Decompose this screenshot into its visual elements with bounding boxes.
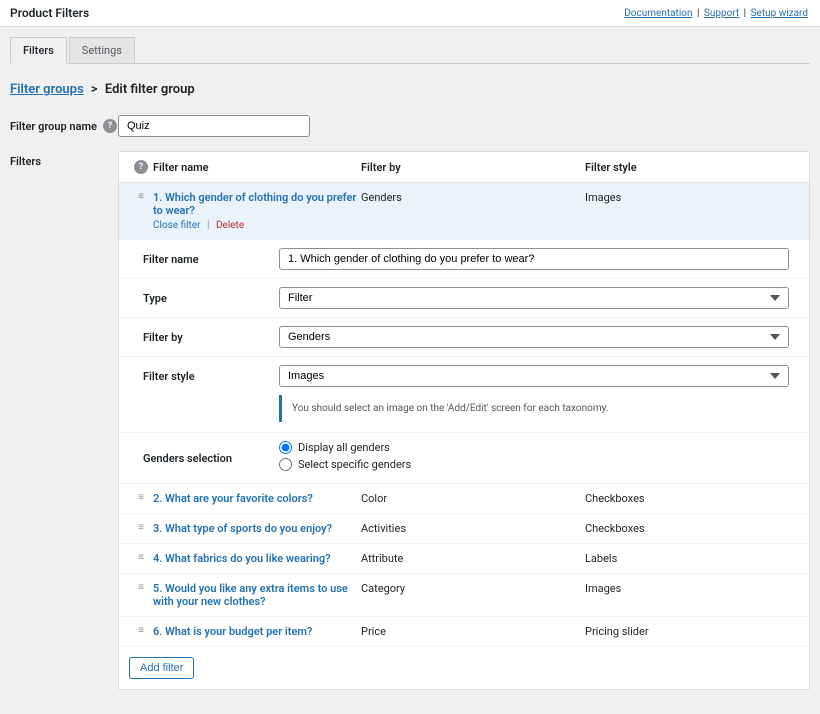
- drag-handle-icon[interactable]: ≡: [138, 522, 144, 533]
- add-filter-button[interactable]: Add filter: [129, 657, 194, 679]
- detail-name-input[interactable]: [279, 248, 789, 270]
- drag-handle-icon[interactable]: ≡: [138, 625, 144, 636]
- filter-row[interactable]: ≡ 3. What type of sports do you enjoy? A…: [119, 514, 809, 544]
- filter-title[interactable]: 5. Would you like any extra items to use…: [153, 582, 348, 608]
- filter-title[interactable]: 3. What type of sports do you enjoy?: [153, 522, 332, 535]
- breadcrumb: Filter groups > Edit filter group: [10, 82, 810, 97]
- field-label-name: Filter group name: [10, 120, 97, 133]
- filter-row[interactable]: ≡ 6. What is your budget per item? Price…: [119, 617, 809, 647]
- delete-filter-link[interactable]: Delete: [216, 220, 244, 231]
- breadcrumb-current: Edit filter group: [105, 82, 195, 97]
- drag-handle-icon[interactable]: ≡: [138, 582, 144, 593]
- breadcrumb-groups[interactable]: Filter groups: [10, 82, 84, 97]
- tab-filters[interactable]: Filters: [10, 37, 67, 64]
- help-icon[interactable]: ?: [134, 160, 148, 174]
- th-name: Filter name: [153, 161, 361, 174]
- detail-style-select[interactable]: Images: [279, 365, 789, 387]
- filter-row[interactable]: ≡ 4. What fabrics do you like wearing? A…: [119, 544, 809, 574]
- filters-panel: ? Filter name Filter by Filter style ≡ 1…: [118, 151, 810, 690]
- drag-handle-icon[interactable]: ≡: [138, 552, 144, 563]
- radio-specific[interactable]: Select specific genders: [279, 458, 789, 471]
- filter-title[interactable]: 4. What fabrics do you like wearing?: [153, 552, 331, 565]
- close-filter-link[interactable]: Close filter: [153, 220, 201, 231]
- page-title: Product Filters: [10, 6, 89, 20]
- tabs: Filters Settings: [10, 37, 810, 64]
- th-style: Filter style: [585, 161, 799, 174]
- drag-handle-icon[interactable]: ≡: [138, 492, 144, 503]
- filter-row[interactable]: ≡ 5. Would you like any extra items to u…: [119, 574, 809, 617]
- filter-row[interactable]: ≡ 1. Which gender of clothing do you pre…: [119, 183, 809, 240]
- help-icon[interactable]: ?: [103, 119, 117, 133]
- radio-all[interactable]: Display all genders: [279, 441, 789, 454]
- info-note: You should select an image on the 'Add/E…: [279, 395, 799, 422]
- field-label-filters: Filters: [10, 155, 41, 168]
- support-link[interactable]: Support: [704, 8, 739, 19]
- wizard-link[interactable]: Setup wizard: [751, 8, 808, 19]
- filter-title[interactable]: 1. Which gender of clothing do you prefe…: [153, 191, 356, 217]
- top-links: Documentation | Support | Setup wizard: [622, 8, 810, 19]
- filter-title[interactable]: 6. What is your budget per item?: [153, 625, 312, 638]
- detail-by-select[interactable]: Genders: [279, 326, 789, 348]
- filter-detail: Filter name Type Filter Filter by Gender…: [119, 240, 809, 484]
- filter-title[interactable]: 2. What are your favorite colors?: [153, 492, 313, 505]
- drag-handle-icon[interactable]: ≡: [138, 191, 144, 202]
- group-name-input[interactable]: [118, 115, 310, 137]
- tab-settings[interactable]: Settings: [69, 37, 135, 63]
- filter-row[interactable]: ≡ 2. What are your favorite colors? Colo…: [119, 484, 809, 514]
- th-by: Filter by: [361, 161, 585, 174]
- detail-type-select[interactable]: Filter: [279, 287, 789, 309]
- doc-link[interactable]: Documentation: [624, 8, 692, 19]
